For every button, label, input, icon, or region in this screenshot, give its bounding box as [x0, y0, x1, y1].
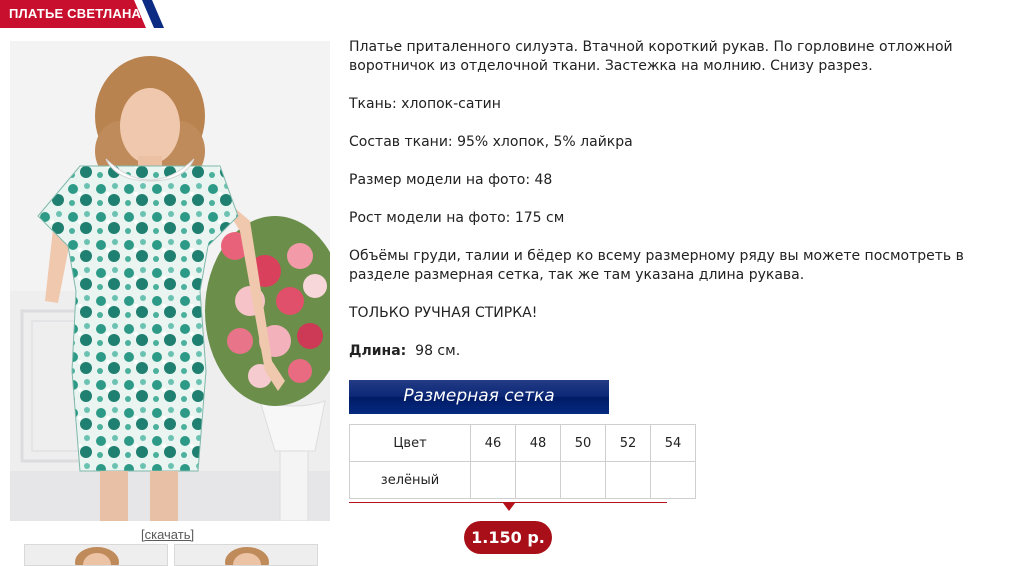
- size-header-50: 50: [560, 424, 606, 462]
- size-table: Цвет 46 48 50 52 54 зелёный: [349, 424, 696, 499]
- description-paragraph: Размер модели на фото: 48: [349, 172, 553, 188]
- color-column-header: Цвет: [349, 424, 471, 462]
- table-header-row: Цвет 46 48 50 52 54: [349, 424, 696, 462]
- size-header-46: 46: [470, 424, 516, 462]
- size-cell-54[interactable]: [650, 461, 696, 499]
- size-header-48: 48: [515, 424, 561, 462]
- description-paragraph: Ткань: хлопок-сатин: [349, 96, 501, 112]
- size-chart-button-label: Размерная сетка: [403, 386, 555, 406]
- size-header-52: 52: [605, 424, 651, 462]
- length-value: 98 см.: [415, 343, 461, 359]
- description-paragraph: Объёмы груди, талии и бёдер ко всему раз…: [349, 248, 964, 283]
- download-link[interactable]: [скачать]: [141, 527, 194, 542]
- length-label: Длина:: [349, 343, 407, 359]
- product-description: Платье приталенного силуэта. Втачной кор…: [349, 38, 1011, 380]
- pointer-triangle-icon: [503, 503, 515, 511]
- size-cell-50[interactable]: [560, 461, 606, 499]
- size-cell-52[interactable]: [605, 461, 651, 499]
- color-cell: зелёный: [349, 461, 471, 499]
- thumbnail-2[interactable]: [174, 544, 318, 566]
- thumbnail-1[interactable]: [24, 544, 168, 566]
- size-cell-46[interactable]: [470, 461, 516, 499]
- description-paragraph: Рост модели на фото: 175 см: [349, 210, 565, 226]
- description-paragraph: Состав ткани: 95% хлопок, 5% лайкра: [349, 134, 633, 150]
- size-header-54: 54: [650, 424, 696, 462]
- price-badge: 1.150 р.: [464, 521, 552, 554]
- length-line: Длина: 98 см.: [349, 342, 1011, 361]
- product-title-tab: ПЛАТЬЕ СВЕТЛАНА: [0, 0, 165, 28]
- size-chart-button[interactable]: Размерная сетка: [349, 380, 609, 414]
- page-title: ПЛАТЬЕ СВЕТЛАНА: [9, 6, 142, 21]
- description-paragraph: Платье приталенного силуэта. Втачной кор…: [349, 39, 953, 74]
- size-cell-48[interactable]: [515, 461, 561, 499]
- table-row: зелёный: [349, 461, 696, 499]
- product-photo[interactable]: [10, 41, 330, 521]
- product-photo-icon: [10, 41, 330, 521]
- description-paragraph: ТОЛЬКО РУЧНАЯ СТИРКА!: [349, 305, 538, 321]
